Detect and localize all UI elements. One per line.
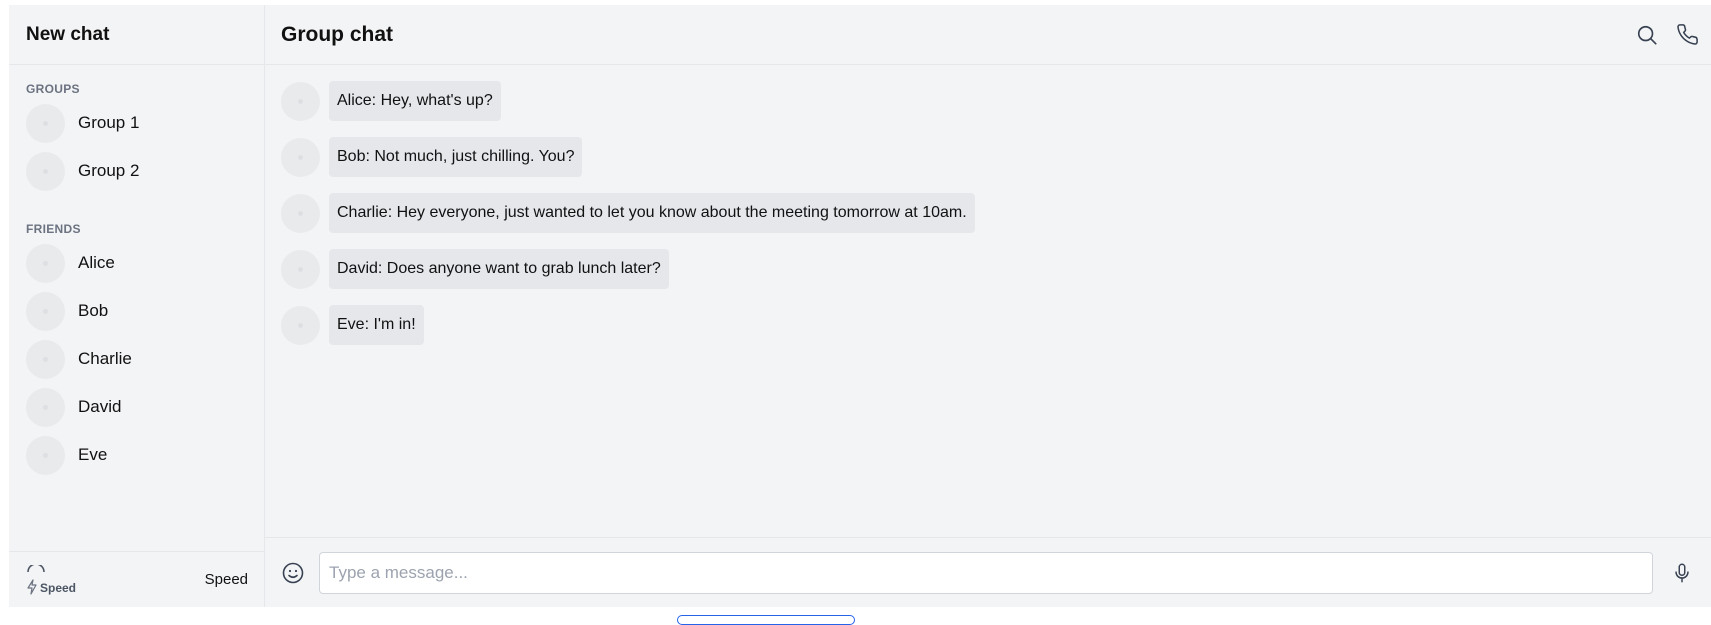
speed-small-label: Speed xyxy=(40,580,77,595)
message-row: Bob: Not much, just chilling. You? xyxy=(281,137,1711,177)
speed-label[interactable]: Speed xyxy=(205,571,248,588)
message-bubble: Bob: Not much, just chilling. You? xyxy=(329,137,583,177)
avatar xyxy=(26,291,65,331)
avatar xyxy=(26,387,65,427)
contact-name: David xyxy=(78,397,122,416)
speed-indicator[interactable]: Speed xyxy=(26,564,77,595)
sidebar-item-eve[interactable]: Eve xyxy=(9,431,264,479)
chat-main: Group chat Alice: Hey, what's up? Bob: N… xyxy=(265,5,1711,607)
new-chat-header[interactable]: New chat xyxy=(9,5,264,65)
sidebar-item-group-1[interactable]: Group 1 xyxy=(9,99,264,147)
avatar xyxy=(26,243,65,283)
sidebar: New chat GROUPS Group 1 Group 2 FRIENDS … xyxy=(9,5,265,607)
bolt-icon xyxy=(27,578,37,595)
floating-button-edge[interactable] xyxy=(677,615,855,625)
message-composer xyxy=(265,537,1711,607)
contact-name: Bob xyxy=(78,301,109,320)
new-chat-title[interactable]: New chat xyxy=(26,24,109,46)
message-bubble: Charlie: Hey everyone, just wanted to le… xyxy=(329,193,975,233)
avatar xyxy=(26,151,65,191)
friends-section-label: FRIENDS xyxy=(26,222,81,236)
message-bubble: David: Does anyone want to grab lunch la… xyxy=(329,249,669,289)
sidebar-item-group-2[interactable]: Group 2 xyxy=(9,147,264,195)
message-bubble: Eve: I'm in! xyxy=(329,305,424,345)
avatar xyxy=(281,305,320,345)
message-row: David: Does anyone want to grab lunch la… xyxy=(281,249,1711,289)
page-title: Group chat xyxy=(281,22,394,46)
phone-icon[interactable] xyxy=(1675,23,1699,47)
sidebar-item-charlie[interactable]: Charlie xyxy=(9,335,264,383)
avatar xyxy=(281,249,320,289)
avatar xyxy=(26,103,65,143)
message-row: Eve: I'm in! xyxy=(281,305,1711,345)
message-list: Alice: Hey, what's up? Bob: Not much, ju… xyxy=(265,65,1711,537)
message-row: Alice: Hey, what's up? xyxy=(281,81,1711,121)
sidebar-footer: Speed Speed xyxy=(9,551,264,607)
sidebar-item-david[interactable]: David xyxy=(9,383,264,431)
avatar xyxy=(281,193,320,233)
search-icon[interactable] xyxy=(1635,23,1659,47)
microphone-icon[interactable] xyxy=(1670,561,1694,585)
header-actions xyxy=(1635,23,1699,47)
contact-name: Eve xyxy=(78,445,108,464)
sidebar-item-alice[interactable]: Alice xyxy=(9,239,264,287)
avatar xyxy=(281,137,320,177)
contact-name: Group 1 xyxy=(78,113,140,132)
emoji-icon[interactable] xyxy=(281,561,305,585)
sidebar-item-bob[interactable]: Bob xyxy=(9,287,264,335)
speed-gauge-icon xyxy=(27,564,45,572)
groups-section-label: GROUPS xyxy=(26,82,80,96)
chat-app: New chat GROUPS Group 1 Group 2 FRIENDS … xyxy=(9,5,1711,607)
contact-name: Charlie xyxy=(78,349,132,368)
contact-name: Alice xyxy=(78,253,115,272)
message-input[interactable] xyxy=(319,551,1653,594)
message-row: Charlie: Hey everyone, just wanted to le… xyxy=(281,193,1711,233)
contact-list: GROUPS Group 1 Group 2 FRIENDS Alice Bob… xyxy=(9,65,264,551)
avatar xyxy=(281,81,320,121)
chat-header: Group chat xyxy=(265,5,1711,65)
message-bubble: Alice: Hey, what's up? xyxy=(329,81,501,121)
avatar xyxy=(26,435,65,475)
contact-name: Group 2 xyxy=(78,161,140,180)
avatar xyxy=(26,339,65,379)
